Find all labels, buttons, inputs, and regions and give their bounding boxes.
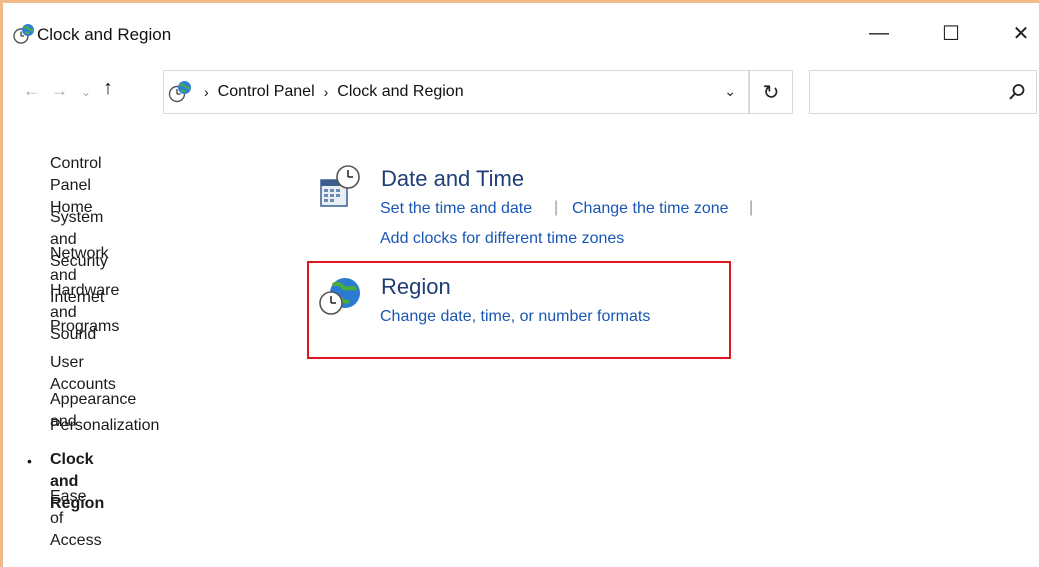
clock-region-icon — [13, 24, 34, 44]
sidebar-item-ease-of-access[interactable]: Ease of Access — [50, 486, 102, 552]
breadcrumb-clock-and-region[interactable]: Clock and Region — [337, 83, 463, 101]
breadcrumb: › Control Panel › Clock and Region — [204, 83, 464, 101]
active-item-bullet: • — [27, 453, 32, 469]
window-title: Clock and Region — [37, 25, 172, 44]
maximize-button[interactable]: ☐ — [928, 15, 974, 51]
breadcrumb-control-panel[interactable]: Control Panel — [218, 83, 315, 101]
title-bar: Clock and Region — ☐ ✕ — [3, 3, 1039, 53]
breadcrumb-separator: › — [204, 84, 209, 100]
sidebar-item-programs[interactable]: Programs — [50, 316, 119, 338]
link-separator: | — [749, 199, 754, 216]
close-button[interactable]: ✕ — [998, 15, 1039, 51]
region-title[interactable]: Region — [381, 274, 451, 300]
clock-region-icon — [168, 81, 191, 103]
address-dropdown-icon[interactable]: ⌄ — [724, 83, 736, 100]
up-arrow-icon[interactable]: ↑ — [103, 77, 113, 100]
link-separator: | — [554, 199, 559, 216]
back-arrow-icon[interactable]: ← — [23, 81, 40, 101]
date-and-time-title[interactable]: Date and Time — [381, 166, 524, 192]
control-panel-window: Clock and Region — ☐ ✕ ← → ⌄ ↑ › Control… — [0, 0, 1039, 567]
change-time-zone-link[interactable]: Change the time zone — [572, 200, 729, 218]
forward-arrow-icon[interactable]: → — [51, 81, 68, 101]
sidebar-item-appearance-line2[interactable]: Personalization — [50, 415, 159, 437]
breadcrumb-separator: › — [323, 84, 329, 100]
globe-clock-icon[interactable] — [317, 273, 363, 319]
change-formats-link[interactable]: Change date, time, or number formats — [380, 308, 650, 326]
calendar-clock-icon[interactable] — [317, 164, 363, 210]
search-box[interactable] — [809, 70, 1037, 114]
recent-locations-chevron-icon[interactable]: ⌄ — [81, 85, 91, 99]
minimize-button[interactable]: — — [856, 15, 902, 51]
refresh-button[interactable]: ↻ — [749, 70, 793, 114]
address-bar[interactable]: › Control Panel › Clock and Region ⌄ — [163, 70, 749, 114]
search-icon[interactable] — [1008, 83, 1026, 101]
set-time-and-date-link[interactable]: Set the time and date — [380, 200, 532, 218]
add-clocks-link[interactable]: Add clocks for different time zones — [380, 230, 624, 248]
